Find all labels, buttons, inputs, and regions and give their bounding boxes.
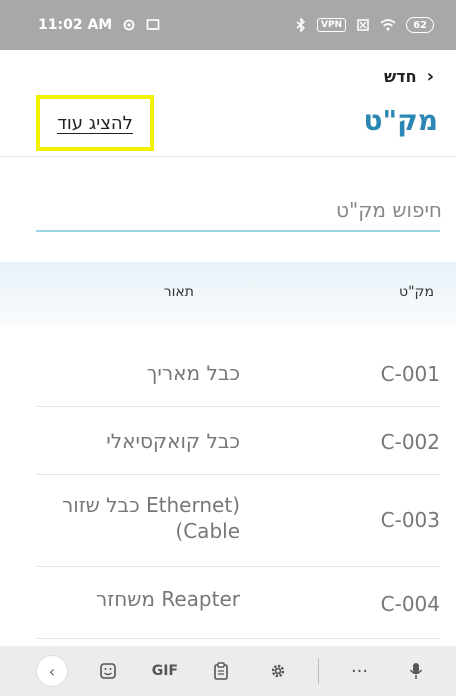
cell-description: כבל מאריך bbox=[146, 361, 240, 385]
bluetooth-icon bbox=[295, 18, 307, 32]
status-right: VPN 62 bbox=[295, 17, 434, 33]
back-icon[interactable]: ‹ bbox=[36, 655, 68, 687]
cell-description: כבל קואקסיאלי bbox=[106, 429, 240, 453]
table-row[interactable]: C-002 כבל קואקסיאלי bbox=[36, 406, 440, 475]
header: חדש › מק"ט להציג עוד bbox=[0, 50, 456, 157]
table-row[interactable]: C-001 כבל מאריך bbox=[36, 336, 440, 407]
cell-sku: C-001 bbox=[380, 362, 440, 386]
table-row[interactable]: C-003 (Ethernet כבל שזור Cable) bbox=[36, 474, 440, 567]
vpn-icon: VPN bbox=[316, 18, 347, 32]
more-icon[interactable]: ··· bbox=[344, 655, 376, 687]
wifi-icon bbox=[380, 18, 396, 32]
screenshot-icon bbox=[146, 18, 160, 32]
mic-icon[interactable] bbox=[400, 655, 432, 687]
search-field bbox=[36, 190, 444, 232]
status-left: 11:02 AM bbox=[38, 17, 160, 33]
sticker-icon[interactable] bbox=[92, 655, 124, 687]
toolbar-divider bbox=[318, 658, 320, 684]
status-bar: 11:02 AM VPN 62 bbox=[0, 0, 456, 50]
back-label: חדש bbox=[384, 67, 417, 86]
page-title: מק"ט bbox=[363, 104, 438, 137]
gear-icon bbox=[122, 18, 136, 32]
cell-sku: C-002 bbox=[380, 430, 440, 454]
table-header: מק"ט תאור bbox=[0, 262, 456, 324]
back-link[interactable]: חדש › bbox=[384, 66, 434, 87]
status-time: 11:02 AM bbox=[38, 17, 113, 33]
cell-sku: C-003 bbox=[380, 508, 440, 532]
settings-icon[interactable] bbox=[262, 655, 294, 687]
table-row[interactable]: C-004 Reapter משחזר bbox=[36, 566, 440, 639]
show-more-highlight: להציג עוד bbox=[36, 95, 154, 151]
chevron-right-icon: › bbox=[426, 66, 434, 87]
clipboard-icon[interactable] bbox=[205, 655, 237, 687]
keyboard-toolbar: ‹ GIF ··· bbox=[0, 646, 456, 696]
cell-description: Reapter משחזר bbox=[95, 587, 240, 611]
gif-button[interactable]: GIF bbox=[149, 655, 181, 687]
column-header-description: תאור bbox=[163, 284, 194, 300]
cell-sku: C-004 bbox=[380, 592, 440, 616]
cell-description: (Ethernet כבל שזור Cable) bbox=[61, 493, 240, 543]
show-more-link[interactable]: להציג עוד bbox=[57, 113, 133, 134]
column-header-sku: מק"ט bbox=[399, 284, 434, 300]
sim-off-icon bbox=[356, 18, 370, 32]
battery-icon: 62 bbox=[406, 17, 434, 33]
search-input[interactable] bbox=[36, 190, 444, 230]
